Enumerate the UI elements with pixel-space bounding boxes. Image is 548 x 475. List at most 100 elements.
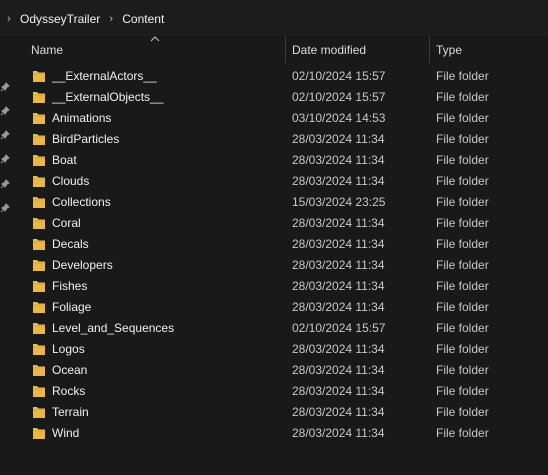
breadcrumb: › OdysseyTrailer › Content [0, 10, 166, 28]
file-row[interactable]: Fishes 28/03/2024 11:34 File folder [12, 276, 548, 297]
date-modified: 28/03/2024 11:34 [292, 405, 385, 419]
file-name[interactable]: Developers [52, 257, 113, 274]
folder-icon [33, 407, 45, 418]
column-divider[interactable] [429, 36, 430, 63]
file-type: File folder [436, 426, 489, 440]
chevron-right-icon[interactable]: › [102, 10, 120, 28]
file-row[interactable]: Developers 28/03/2024 11:34 File folder [12, 255, 548, 276]
pin-icon[interactable] [0, 154, 10, 164]
folder-icon [33, 323, 45, 334]
file-type: File folder [436, 384, 489, 398]
file-name[interactable]: Wind [52, 425, 79, 442]
pin-icon[interactable] [0, 106, 10, 116]
file-row[interactable]: Clouds 28/03/2024 11:34 File folder [12, 171, 548, 192]
date-modified: 15/03/2024 23:25 [292, 195, 386, 209]
breadcrumb-item-odysseytrailer[interactable]: OdysseyTrailer [18, 10, 102, 28]
folder-icon [33, 218, 45, 229]
date-modified: 28/03/2024 11:34 [292, 342, 385, 356]
file-name[interactable]: __ExternalActors__ [52, 68, 157, 85]
file-type: File folder [436, 405, 489, 419]
file-name[interactable]: Clouds [52, 173, 89, 190]
folder-icon [33, 302, 45, 313]
sort-ascending-icon [150, 36, 160, 42]
file-name[interactable]: BirdParticles [52, 131, 119, 148]
file-type: File folder [436, 321, 489, 335]
column-header-type[interactable]: Type [436, 42, 462, 58]
file-type: File folder [436, 279, 489, 293]
file-type: File folder [436, 216, 489, 230]
date-modified: 02/10/2024 15:57 [292, 69, 386, 83]
chevron-right-icon[interactable]: › [0, 10, 18, 28]
file-row[interactable]: Boat 28/03/2024 11:34 File folder [12, 150, 548, 171]
pin-icon[interactable] [0, 179, 10, 189]
column-header-date-modified[interactable]: Date modified [292, 42, 366, 58]
file-row[interactable]: __ExternalActors__ 02/10/2024 15:57 File f… [12, 66, 548, 87]
date-modified: 28/03/2024 11:34 [292, 237, 385, 251]
breadcrumb-item-content[interactable]: Content [120, 10, 166, 28]
file-name[interactable]: Level_and_Sequences [52, 320, 174, 337]
folder-icon [33, 428, 45, 439]
address-bar[interactable]: › OdysseyTrailer › Content [0, 0, 548, 36]
file-row[interactable]: Collections 15/03/2024 23:25 File folder [12, 192, 548, 213]
pin-icon[interactable] [0, 130, 10, 140]
pin-icon[interactable] [0, 203, 10, 213]
date-modified: 02/10/2024 15:57 [292, 90, 386, 104]
file-type: File folder [436, 258, 489, 272]
file-name[interactable]: Decals [52, 236, 89, 253]
date-modified: 28/03/2024 11:34 [292, 384, 385, 398]
file-row[interactable]: BirdParticles 28/03/2024 11:34 File folder [12, 129, 548, 150]
file-name[interactable]: Coral [52, 215, 81, 232]
date-modified: 28/03/2024 11:34 [292, 279, 385, 293]
date-modified: 03/10/2024 14:53 [292, 111, 386, 125]
file-type: File folder [436, 69, 489, 83]
file-row[interactable]: __ExternalObjects__ 02/10/2024 15:57 File … [12, 87, 548, 108]
file-row[interactable]: Ocean 28/03/2024 11:34 File folder [12, 360, 548, 381]
date-modified: 28/03/2024 11:34 [292, 258, 385, 272]
file-name[interactable]: Rocks [52, 383, 85, 400]
column-divider[interactable] [285, 36, 286, 63]
folder-icon [33, 281, 45, 292]
folder-icon [33, 92, 45, 103]
file-explorer-window: › OdysseyTrailer › Content Name Date mod… [0, 0, 548, 475]
file-name[interactable]: Ocean [52, 362, 87, 379]
file-name[interactable]: Animations [52, 110, 111, 127]
file-row[interactable]: Level_and_Sequences 02/10/2024 15:57 File … [12, 318, 548, 339]
date-modified: 28/03/2024 11:34 [292, 174, 385, 188]
file-row[interactable]: Rocks 28/03/2024 11:34 File folder [12, 381, 548, 402]
folder-icon [33, 113, 45, 124]
file-name[interactable]: __ExternalObjects__ [52, 89, 163, 106]
date-modified: 28/03/2024 11:34 [292, 300, 385, 314]
column-headers: Name Date modified Type [12, 36, 548, 63]
folder-icon [33, 155, 45, 166]
file-type: File folder [436, 342, 489, 356]
folder-icon [33, 197, 45, 208]
file-row[interactable]: Terrain 28/03/2024 11:34 File folder [12, 402, 548, 423]
file-row[interactable]: Foliage 28/03/2024 11:34 File folder [12, 297, 548, 318]
file-name[interactable]: Collections [52, 194, 111, 211]
date-modified: 28/03/2024 11:34 [292, 132, 385, 146]
file-list-pane: Name Date modified Type __ExternalActors… [12, 36, 548, 475]
file-row[interactable]: Decals 28/03/2024 11:34 File folder [12, 234, 548, 255]
column-header-name[interactable]: Name [31, 42, 63, 58]
file-name[interactable]: Foliage [52, 299, 91, 316]
file-type: File folder [436, 153, 489, 167]
file-type: File folder [436, 132, 489, 146]
file-type: File folder [436, 174, 489, 188]
file-type: File folder [436, 237, 489, 251]
file-row[interactable]: Logos 28/03/2024 11:34 File folder [12, 339, 548, 360]
file-row[interactable]: Coral 28/03/2024 11:34 File folder [12, 213, 548, 234]
file-type: File folder [436, 195, 489, 209]
file-name[interactable]: Fishes [52, 278, 87, 295]
file-row[interactable]: Wind 28/03/2024 11:34 File folder [12, 423, 548, 444]
navigation-pane-edge [0, 36, 12, 475]
file-name[interactable]: Boat [52, 152, 77, 169]
folder-icon [33, 365, 45, 376]
folder-icon [33, 260, 45, 271]
date-modified: 28/03/2024 11:34 [292, 426, 385, 440]
file-name[interactable]: Logos [52, 341, 85, 358]
file-row[interactable]: Animations 03/10/2024 14:53 File folder [12, 108, 548, 129]
file-type: File folder [436, 90, 489, 104]
pin-icon[interactable] [0, 82, 10, 92]
file-name[interactable]: Terrain [52, 404, 89, 421]
date-modified: 28/03/2024 11:34 [292, 363, 385, 377]
